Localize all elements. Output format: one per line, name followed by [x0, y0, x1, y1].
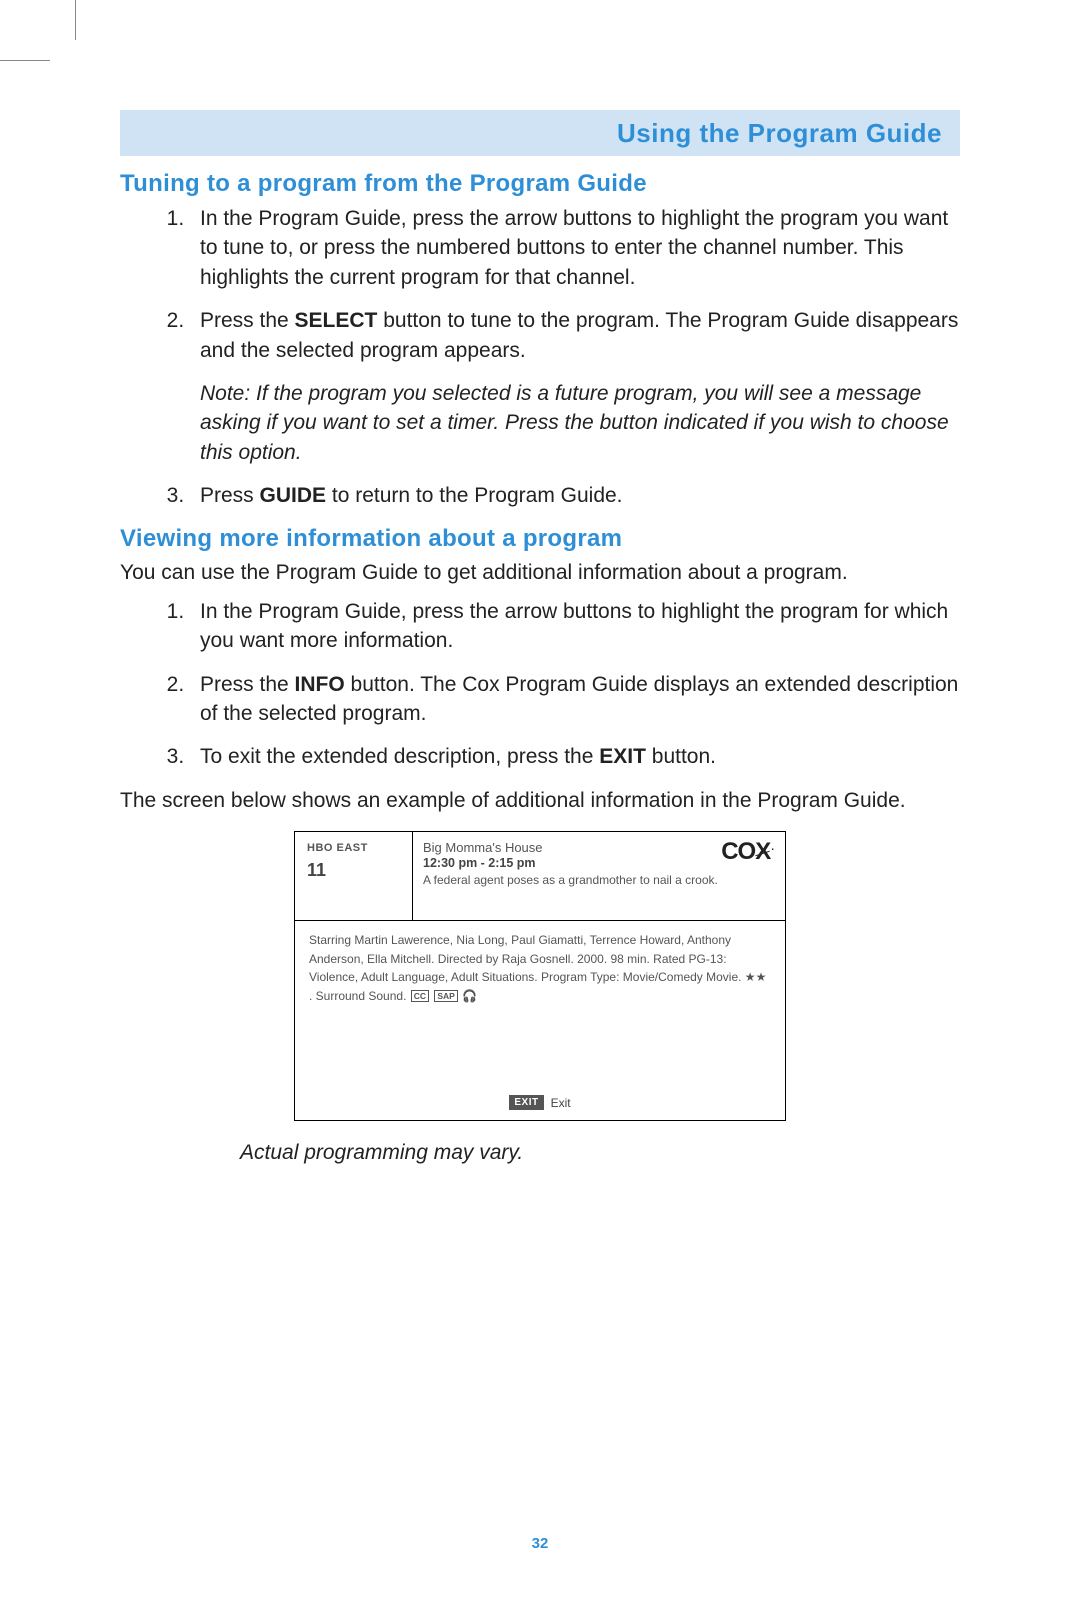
- title-bar: Using the Program Guide: [120, 110, 960, 156]
- tuning-note: Note: If the program you selected is a f…: [200, 379, 960, 467]
- headphone-icon: 🎧: [462, 989, 477, 1003]
- panel-footer: EXIT Exit: [295, 1089, 785, 1120]
- guide-bold: GUIDE: [260, 484, 327, 507]
- tuning-step-1: In the Program Guide, press the arrow bu…: [190, 204, 960, 292]
- channel-name: HBO EAST: [307, 842, 402, 854]
- tuning-step-3: Press GUIDE to return to the Program Gui…: [190, 481, 960, 510]
- section-heading-tuning: Tuning to a program from the Program Gui…: [120, 170, 960, 198]
- manual-page: Using the Program Guide Tuning to a prog…: [0, 0, 1080, 1612]
- steps-tuning: In the Program Guide, press the arrow bu…: [120, 204, 960, 511]
- section-heading-viewing: Viewing more information about a program: [120, 525, 960, 553]
- info-panel-wrap: HBO EAST 11 COX. Big Momma's House 12:30…: [120, 831, 960, 1121]
- exit-bold: EXIT: [599, 745, 646, 768]
- exit-label: Exit: [551, 1096, 571, 1110]
- text: Press the: [200, 673, 295, 696]
- panel-caption: Actual programming may vary.: [240, 1141, 960, 1165]
- program-extended-desc: Starring Martin Lawerence, Nia Long, Pau…: [309, 933, 766, 1003]
- text: button.: [646, 745, 716, 768]
- cox-logo: COX.: [721, 838, 773, 866]
- info-bold: INFO: [295, 673, 345, 696]
- panel-channel-box: HBO EAST 11: [295, 832, 413, 920]
- program-info-panel: HBO EAST 11 COX. Big Momma's House 12:30…: [294, 831, 786, 1121]
- cc-icon: CC: [411, 990, 429, 1002]
- steps-viewing: In the Program Guide, press the arrow bu…: [120, 597, 960, 772]
- select-bold: SELECT: [295, 309, 378, 332]
- crop-marks: [0, 0, 100, 80]
- panel-body: Starring Martin Lawerence, Nia Long, Pau…: [295, 921, 785, 1089]
- tuning-step-2: Press the SELECT button to tune to the p…: [190, 306, 960, 467]
- text: Press the: [200, 309, 295, 332]
- sap-icon: SAP: [434, 990, 457, 1002]
- program-short-desc: A federal agent poses as a grandmother t…: [423, 873, 775, 889]
- exit-badge-icon: EXIT: [509, 1095, 543, 1110]
- viewing-step-2: Press the INFO button. The Cox Program G…: [190, 670, 960, 729]
- channel-number: 11: [307, 860, 402, 881]
- viewing-step-3: To exit the extended description, press …: [190, 742, 960, 771]
- text: To exit the extended description, press …: [200, 745, 599, 768]
- example-caption: The screen below shows an example of add…: [120, 786, 960, 815]
- text: Press: [200, 484, 260, 507]
- panel-top: HBO EAST 11 COX. Big Momma's House 12:30…: [295, 832, 785, 921]
- page-number: 32: [0, 1535, 1080, 1552]
- page-title: Using the Program Guide: [617, 118, 942, 149]
- viewing-step-1: In the Program Guide, press the arrow bu…: [190, 597, 960, 656]
- panel-program-box: COX. Big Momma's House 12:30 pm - 2:15 p…: [413, 832, 785, 920]
- text: to return to the Program Guide.: [326, 484, 622, 507]
- viewing-intro: You can use the Program Guide to get add…: [120, 559, 960, 587]
